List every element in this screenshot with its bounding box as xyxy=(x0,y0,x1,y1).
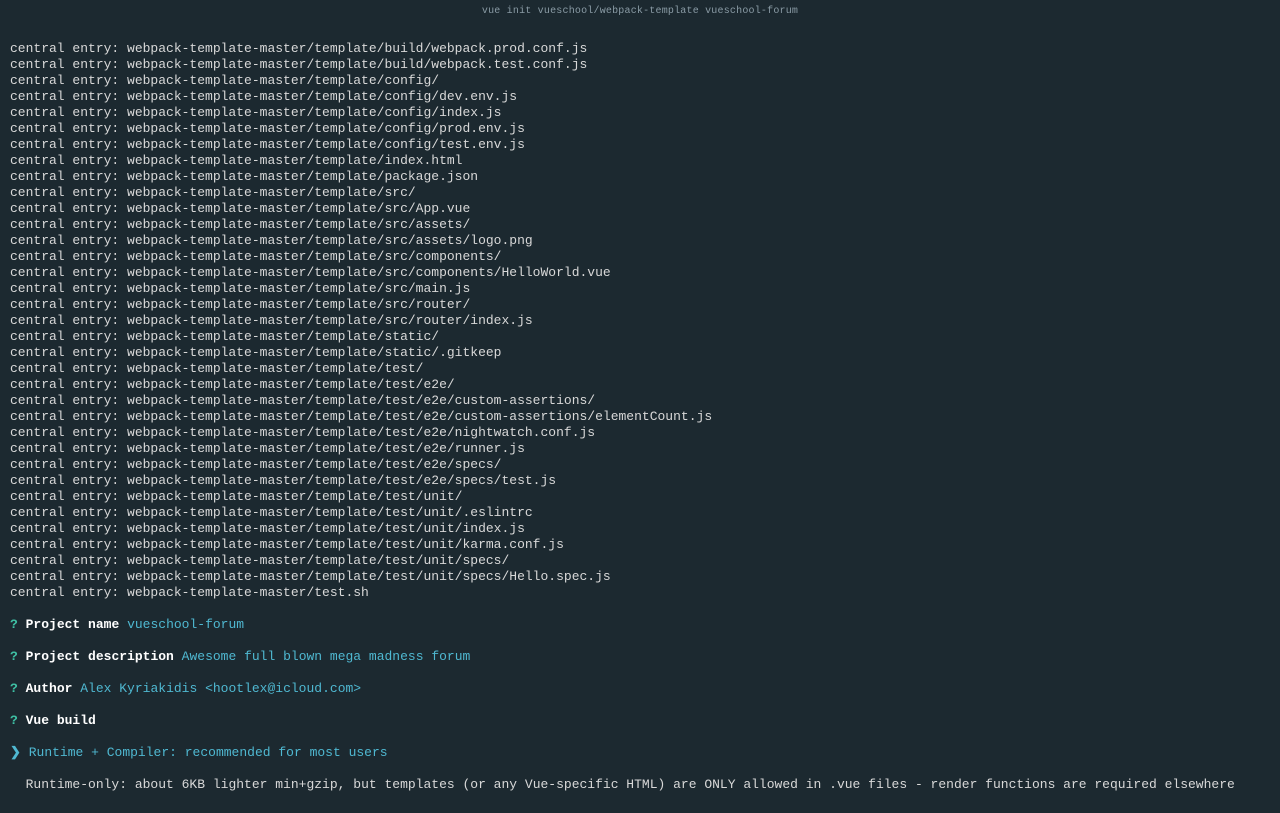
log-line: central entry: webpack-template-master/t… xyxy=(10,425,1270,441)
log-line: central entry: webpack-template-master/t… xyxy=(10,329,1270,345)
log-line: central entry: webpack-template-master/t… xyxy=(10,265,1270,281)
log-line: central entry: webpack-template-master/t… xyxy=(10,521,1270,537)
log-line: central entry: webpack-template-master/t… xyxy=(10,569,1270,585)
question-mark-icon: ? xyxy=(10,649,18,664)
log-lines: central entry: webpack-template-master/t… xyxy=(10,41,1270,600)
option-text: Runtime + Compiler: recommended for most… xyxy=(29,745,388,760)
log-line: central entry: webpack-template-master/t… xyxy=(10,313,1270,329)
prompt-label: Project description xyxy=(26,649,174,664)
log-line: central entry: webpack-template-master/t… xyxy=(10,169,1270,185)
log-line: central entry: webpack-template-master/t… xyxy=(10,201,1270,217)
prompt-value: Alex Kyriakidis <hootlex@icloud.com> xyxy=(80,681,361,696)
log-line: central entry: webpack-template-master/t… xyxy=(10,393,1270,409)
menu-option-other[interactable]: Runtime-only: about 6KB lighter min+gzip… xyxy=(10,777,1270,793)
window-title: vue init vueschool/webpack-template vues… xyxy=(0,0,1280,21)
prompt-label: Vue build xyxy=(26,713,96,728)
log-line: central entry: webpack-template-master/t… xyxy=(10,297,1270,313)
prompt-label: Author xyxy=(26,681,73,696)
log-line: central entry: webpack-template-master/t… xyxy=(10,281,1270,297)
question-mark-icon: ? xyxy=(10,681,18,696)
log-line: central entry: webpack-template-master/t… xyxy=(10,185,1270,201)
log-line: central entry: webpack-template-master/t… xyxy=(10,537,1270,553)
pointer-icon: ❯ xyxy=(10,745,21,760)
log-line: central entry: webpack-template-master/t… xyxy=(10,249,1270,265)
menu-option-selected[interactable]: ❯ Runtime + Compiler: recommended for mo… xyxy=(10,745,1270,761)
prompt-author: ? Author Alex Kyriakidis <hootlex@icloud… xyxy=(10,681,1270,697)
log-line: central entry: webpack-template-master/t… xyxy=(10,73,1270,89)
log-line: central entry: webpack-template-master/t… xyxy=(10,217,1270,233)
log-line: central entry: webpack-template-master/t… xyxy=(10,409,1270,425)
option-text: Runtime-only: about 6KB lighter min+gzip… xyxy=(26,777,1235,792)
prompt-project-name: ? Project name vueschool-forum xyxy=(10,617,1270,633)
log-line: central entry: webpack-template-master/t… xyxy=(10,489,1270,505)
prompt-value: vueschool-forum xyxy=(127,617,244,632)
log-line: central entry: webpack-template-master/t… xyxy=(10,89,1270,105)
prompt-label: Project name xyxy=(26,617,120,632)
prompt-value: Awesome full blown mega madness forum xyxy=(182,649,471,664)
log-line: central entry: webpack-template-master/t… xyxy=(10,137,1270,153)
log-line: central entry: webpack-template-master/t… xyxy=(10,377,1270,393)
log-line: central entry: webpack-template-master/t… xyxy=(10,233,1270,249)
log-line: central entry: webpack-template-master/t… xyxy=(10,585,1270,601)
log-line: central entry: webpack-template-master/t… xyxy=(10,505,1270,521)
question-mark-icon: ? xyxy=(10,617,18,632)
log-line: central entry: webpack-template-master/t… xyxy=(10,41,1270,57)
log-line: central entry: webpack-template-master/t… xyxy=(10,153,1270,169)
log-line: central entry: webpack-template-master/t… xyxy=(10,473,1270,489)
prompt-project-description: ? Project description Awesome full blown… xyxy=(10,649,1270,665)
terminal-output[interactable]: central entry: webpack-template-master/t… xyxy=(0,21,1280,812)
log-line: central entry: webpack-template-master/t… xyxy=(10,345,1270,361)
prompt-vue-build: ? Vue build xyxy=(10,713,1270,729)
question-mark-icon: ? xyxy=(10,713,18,728)
log-line: central entry: webpack-template-master/t… xyxy=(10,105,1270,121)
log-line: central entry: webpack-template-master/t… xyxy=(10,441,1270,457)
log-line: central entry: webpack-template-master/t… xyxy=(10,57,1270,73)
log-line: central entry: webpack-template-master/t… xyxy=(10,121,1270,137)
log-line: central entry: webpack-template-master/t… xyxy=(10,361,1270,377)
log-line: central entry: webpack-template-master/t… xyxy=(10,457,1270,473)
log-line: central entry: webpack-template-master/t… xyxy=(10,553,1270,569)
